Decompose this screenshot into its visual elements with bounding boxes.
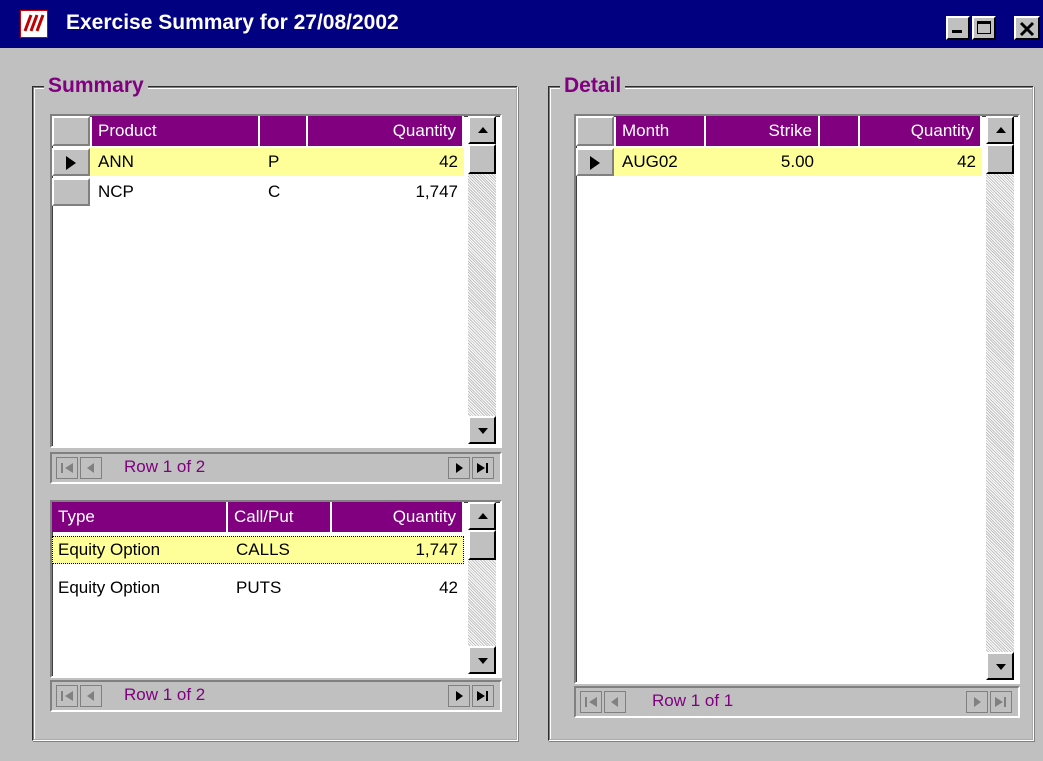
row-position-text: Row 1 of 2 <box>124 685 206 704</box>
cell-pc: C <box>268 182 281 201</box>
cell-strike: 5.00 <box>780 152 814 171</box>
prev-icon <box>87 463 94 473</box>
arrow-down-icon <box>478 658 488 664</box>
app-logo-icon[interactable] <box>20 10 48 38</box>
cell-product: ANN <box>98 152 134 171</box>
scroll-thumb[interactable] <box>468 530 496 560</box>
arrow-up-icon <box>478 513 488 519</box>
table-row[interactable]: ANN P 42 <box>52 148 464 176</box>
cell-quantity: 42 <box>439 152 458 171</box>
summary-title: Summary <box>44 74 148 98</box>
cell-type: Equity Option <box>58 540 161 559</box>
table-row[interactable]: Equity Option PUTS 42 <box>52 574 464 602</box>
minimize-button[interactable] <box>946 16 970 40</box>
next-record-button[interactable] <box>448 685 470 707</box>
table-row[interactable]: Equity Option CALLS 1,747 <box>52 536 464 564</box>
grid-corner-cell[interactable] <box>52 116 90 146</box>
cell-pc: P <box>268 152 280 171</box>
column-header-quantity[interactable]: Quantity <box>308 116 464 146</box>
column-header-product[interactable]: Product <box>92 116 260 146</box>
cell-month: AUG02 <box>622 152 678 171</box>
type-grid-navigator: Row 1 of 2 <box>50 680 502 712</box>
close-icon <box>1019 21 1035 37</box>
product-grid[interactable]: Product Quantity ANN P 42 NCP C 1,747 <box>50 114 502 448</box>
row-selector[interactable] <box>52 148 90 176</box>
type-grid[interactable]: Type Call/Put Quantity Equity Option CAL… <box>50 500 502 678</box>
scroll-up-button[interactable] <box>986 116 1014 144</box>
prev-record-button[interactable] <box>604 691 626 713</box>
scroll-down-button[interactable] <box>986 652 1014 680</box>
column-header-callput[interactable]: Call/Put <box>228 502 332 532</box>
vertical-scrollbar[interactable] <box>468 116 496 444</box>
next-record-button[interactable] <box>966 691 988 713</box>
grid-corner-cell[interactable] <box>576 116 614 146</box>
last-record-button[interactable] <box>472 685 494 707</box>
current-row-arrow-icon <box>66 156 76 170</box>
scroll-down-button[interactable] <box>468 646 496 674</box>
first-icon <box>585 697 597 707</box>
cell-type: Equity Option <box>58 578 161 597</box>
product-grid-navigator: Row 1 of 2 <box>50 452 502 484</box>
cell-quantity: 1,747 <box>415 182 458 201</box>
title-bar: Exercise Summary for 27/08/2002 <box>0 0 1043 48</box>
column-header-blank[interactable] <box>820 116 860 146</box>
vertical-scrollbar[interactable] <box>468 502 496 674</box>
current-row-arrow-icon <box>590 156 600 170</box>
last-record-button[interactable] <box>472 457 494 479</box>
next-record-button[interactable] <box>448 457 470 479</box>
cell-callput: CALLS <box>236 540 290 559</box>
row-position-text: Row 1 of 2 <box>124 457 206 476</box>
scroll-up-button[interactable] <box>468 116 496 144</box>
cell-product: NCP <box>98 182 134 201</box>
column-header-month[interactable]: Month <box>616 116 706 146</box>
table-row[interactable]: NCP C 1,747 <box>52 178 464 206</box>
column-header-pc[interactable] <box>260 116 308 146</box>
first-icon <box>61 691 73 701</box>
arrow-down-icon <box>478 428 488 434</box>
arrow-down-icon <box>996 664 1006 670</box>
detail-grid[interactable]: Month Strike Quantity AUG02 5.00 42 <box>574 114 1020 684</box>
scroll-thumb[interactable] <box>986 144 1014 174</box>
detail-title: Detail <box>560 74 626 98</box>
last-icon <box>995 697 1006 707</box>
maximize-icon <box>977 21 991 34</box>
maximize-button[interactable] <box>972 16 996 40</box>
minimize-icon <box>952 30 962 33</box>
prev-record-button[interactable] <box>80 457 102 479</box>
first-icon <box>61 463 73 473</box>
scroll-thumb[interactable] <box>468 144 496 174</box>
prev-icon <box>611 697 618 707</box>
column-header-quantity[interactable]: Quantity <box>860 116 982 146</box>
last-icon <box>477 463 488 473</box>
scroll-down-button[interactable] <box>468 416 496 444</box>
cell-quantity: 42 <box>957 152 976 171</box>
column-header-type[interactable]: Type <box>52 502 228 532</box>
scroll-up-button[interactable] <box>468 502 496 530</box>
last-icon <box>477 691 488 701</box>
next-icon <box>456 463 463 473</box>
first-record-button[interactable] <box>56 457 78 479</box>
close-button[interactable] <box>1014 16 1040 40</box>
row-selector[interactable] <box>576 148 614 176</box>
detail-grid-navigator: Row 1 of 1 <box>574 686 1020 718</box>
cell-quantity: 1,747 <box>415 540 458 559</box>
row-position-text: Row 1 of 1 <box>652 691 734 710</box>
cell-callput: PUTS <box>236 578 282 597</box>
cell-quantity: 42 <box>439 578 458 597</box>
first-record-button[interactable] <box>580 691 602 713</box>
table-row[interactable]: AUG02 5.00 42 <box>576 148 982 176</box>
column-header-quantity[interactable]: Quantity <box>332 502 464 532</box>
window-title: Exercise Summary for 27/08/2002 <box>66 11 399 34</box>
prev-record-button[interactable] <box>80 685 102 707</box>
last-record-button[interactable] <box>990 691 1012 713</box>
prev-icon <box>87 691 94 701</box>
arrow-up-icon <box>478 127 488 133</box>
first-record-button[interactable] <box>56 685 78 707</box>
row-selector[interactable] <box>52 178 90 206</box>
column-header-strike[interactable]: Strike <box>706 116 820 146</box>
arrow-up-icon <box>996 127 1006 133</box>
next-icon <box>974 697 981 707</box>
vertical-scrollbar[interactable] <box>986 116 1014 680</box>
next-icon <box>456 691 463 701</box>
